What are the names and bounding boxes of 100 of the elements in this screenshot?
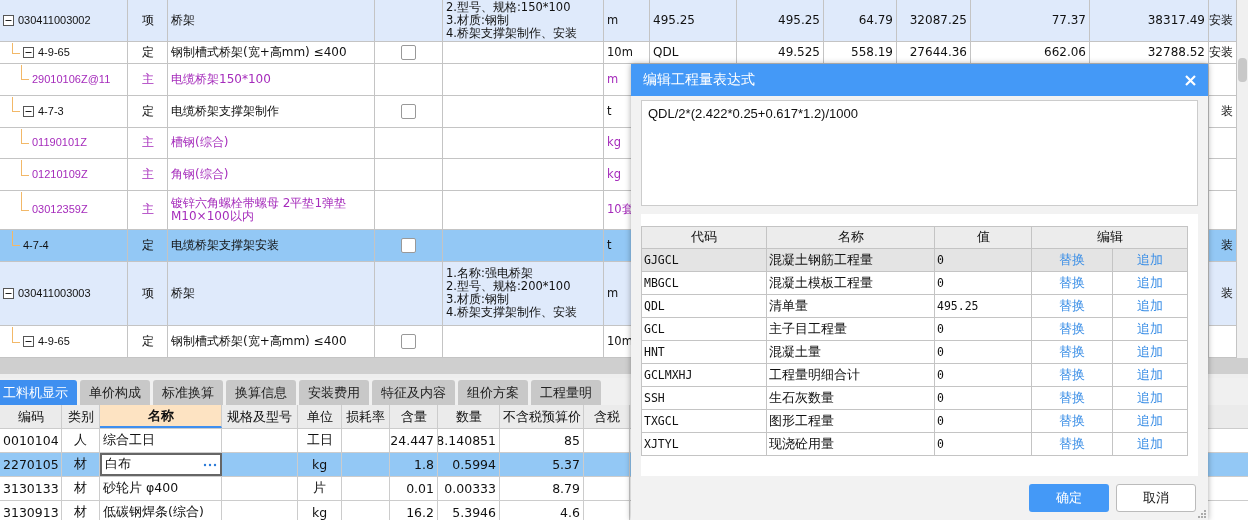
column-header[interactable]: 编码 bbox=[0, 405, 62, 428]
table-cell: 装 bbox=[1221, 104, 1233, 118]
table-row[interactable]: GCLMXHJ 工程量明细合计 0 替换 追加 bbox=[642, 364, 1188, 387]
tab[interactable]: 特征及内容 bbox=[372, 380, 455, 405]
collapse-icon[interactable] bbox=[3, 15, 14, 26]
table-cell: 安装 bbox=[1209, 14, 1233, 27]
link[interactable]: 替换 bbox=[1059, 366, 1085, 384]
tab[interactable]: 安装费用 bbox=[299, 380, 369, 405]
checkbox[interactable] bbox=[401, 45, 416, 60]
table-row[interactable]: XJTYL 现浇砼用量 0 替换 追加 bbox=[642, 433, 1188, 456]
type-text: 主 bbox=[141, 168, 154, 182]
link[interactable]: 追加 bbox=[1137, 343, 1163, 361]
table-cell: 材 bbox=[74, 504, 87, 520]
tab[interactable]: 单价构成 bbox=[80, 380, 150, 405]
link[interactable]: 替换 bbox=[1059, 412, 1085, 430]
expression-field[interactable]: QDL/2*(2.422*0.25+0.617*1.2)/1000 bbox=[641, 100, 1198, 206]
value-text: 0 bbox=[937, 437, 944, 451]
column-header[interactable]: 含量 bbox=[390, 405, 438, 428]
column-header[interactable]: 不含税预算价 bbox=[500, 405, 584, 428]
link[interactable]: 追加 bbox=[1137, 435, 1163, 453]
collapse-icon[interactable] bbox=[23, 105, 34, 117]
tab[interactable]: 工程量明 bbox=[531, 380, 601, 405]
unit-text: kg bbox=[607, 168, 621, 182]
unit-text: kg bbox=[607, 136, 621, 150]
unit-text: m bbox=[607, 14, 619, 27]
code-text: 01210109Z bbox=[32, 168, 88, 182]
table-cell: 495.25 bbox=[653, 14, 695, 27]
link[interactable]: 追加 bbox=[1137, 389, 1163, 407]
column-header[interactable]: 损耗率 bbox=[342, 405, 390, 428]
name-text: 混凝土模板工程量 bbox=[769, 274, 873, 292]
table-cell: 5.37 bbox=[552, 457, 580, 472]
link[interactable]: 追加 bbox=[1137, 366, 1163, 384]
link[interactable]: 替换 bbox=[1059, 274, 1085, 292]
dialog-title: 编辑工程量表达式 bbox=[643, 71, 755, 89]
code-text: 4-9-65 bbox=[38, 46, 70, 59]
table-cell: 64.79 bbox=[858, 14, 893, 27]
value-text: 495.25 bbox=[937, 299, 979, 313]
link[interactable]: 追加 bbox=[1137, 297, 1163, 315]
table-row[interactable]: GCL 主子目工程量 0 替换 追加 bbox=[642, 318, 1188, 341]
table-row[interactable]: 4-9-65 定 钢制槽式桥架(宽+高mm) ≤400 10m QDL 49.525 558.19 27644.36 662.06 32788.52 安装 bbox=[0, 42, 1237, 64]
code-text: XJTYL bbox=[644, 437, 679, 451]
name-text: 混凝土量 bbox=[769, 343, 821, 361]
code-text: 4-7-3 bbox=[38, 104, 64, 118]
code-text: 01190101Z bbox=[32, 136, 87, 150]
table-row[interactable]: MBGCL 混凝土模板工程量 0 替换 追加 bbox=[642, 272, 1188, 295]
type-text: 主 bbox=[141, 72, 154, 86]
link[interactable]: 替换 bbox=[1059, 435, 1085, 453]
table-cell: kg bbox=[311, 457, 328, 472]
code-text: 03012359Z bbox=[32, 203, 88, 217]
code-text: GCLMXHJ bbox=[644, 368, 693, 382]
table-row[interactable]: 030411003002 项 桥架 2.型号、规格:150*100 3.材质:钢制 4.桥架支撑架制作、安装 m 495.25 495.25 64.79 32087.25 77.37 38317.49 安装 bbox=[0, 0, 1237, 42]
table-cell: 24.447 bbox=[390, 433, 434, 448]
tab[interactable]: 换算信息 bbox=[226, 380, 296, 405]
tree-line bbox=[12, 327, 20, 343]
input-field[interactable]: 白布 bbox=[100, 453, 222, 476]
column-header[interactable]: 含税 bbox=[584, 405, 630, 428]
checkbox[interactable] bbox=[401, 334, 416, 350]
column-header[interactable]: 规格及型号 bbox=[222, 405, 298, 428]
scrollbar[interactable] bbox=[1237, 0, 1248, 358]
close-icon[interactable] bbox=[1185, 74, 1196, 86]
checkbox[interactable] bbox=[401, 103, 416, 119]
column-header[interactable]: 名称 bbox=[100, 405, 222, 428]
link[interactable]: 追加 bbox=[1137, 412, 1163, 430]
collapse-icon[interactable] bbox=[3, 287, 14, 299]
table-row[interactable]: QDL 清单量 495.25 替换 追加 bbox=[642, 295, 1188, 318]
table-row[interactable]: HNT 混凝土量 0 替换 追加 bbox=[642, 341, 1188, 364]
table-cell: 3130133 bbox=[3, 481, 59, 496]
tab[interactable]: 组价方案 bbox=[458, 380, 528, 405]
unit-text: 10m bbox=[607, 46, 633, 59]
code-text: 29010106Z@11 bbox=[32, 72, 111, 86]
table-row[interactable]: SSH 生石灰数量 0 替换 追加 bbox=[642, 387, 1188, 410]
name-text: 镀锌六角螺栓带螺母 2平垫1弹垫 M10×100以内 bbox=[171, 196, 348, 223]
tree-line bbox=[21, 192, 29, 211]
table-cell: 4.6 bbox=[560, 505, 580, 520]
table-row[interactable]: TXGCL 图形工程量 0 替换 追加 bbox=[642, 410, 1188, 433]
link[interactable]: 追加 bbox=[1137, 274, 1163, 292]
link[interactable]: 替换 bbox=[1059, 389, 1085, 407]
table-cell: 5.3946 bbox=[452, 505, 496, 520]
column-header[interactable]: 单位 bbox=[298, 405, 342, 428]
tree-line bbox=[21, 65, 29, 81]
collapse-icon[interactable] bbox=[23, 47, 34, 58]
tab[interactable]: 标准换算 bbox=[153, 380, 223, 405]
collapse-icon[interactable] bbox=[23, 336, 34, 348]
table-cell: 2270105 bbox=[3, 457, 59, 472]
table-cell: 材 bbox=[74, 480, 87, 497]
link[interactable]: 替换 bbox=[1059, 297, 1085, 315]
code-text: 030411003002 bbox=[18, 14, 91, 27]
column-header[interactable]: 数量 bbox=[438, 405, 500, 428]
table-cell: 装 bbox=[1221, 238, 1233, 252]
code-text: MBGCL bbox=[644, 276, 679, 290]
dialog-button[interactable]: 取消 bbox=[1116, 484, 1196, 512]
type-text: 定 bbox=[141, 104, 154, 118]
checkbox[interactable] bbox=[401, 237, 416, 253]
name-text: 角钢(综合) bbox=[171, 168, 229, 182]
more-icon[interactable] bbox=[203, 462, 217, 467]
resize-grip-icon[interactable] bbox=[1198, 510, 1206, 518]
value-text: 0 bbox=[937, 391, 944, 405]
table-cell: 77.37 bbox=[1051, 14, 1086, 27]
table-cell: 8.140851 bbox=[438, 433, 496, 448]
link[interactable]: 替换 bbox=[1059, 343, 1085, 361]
